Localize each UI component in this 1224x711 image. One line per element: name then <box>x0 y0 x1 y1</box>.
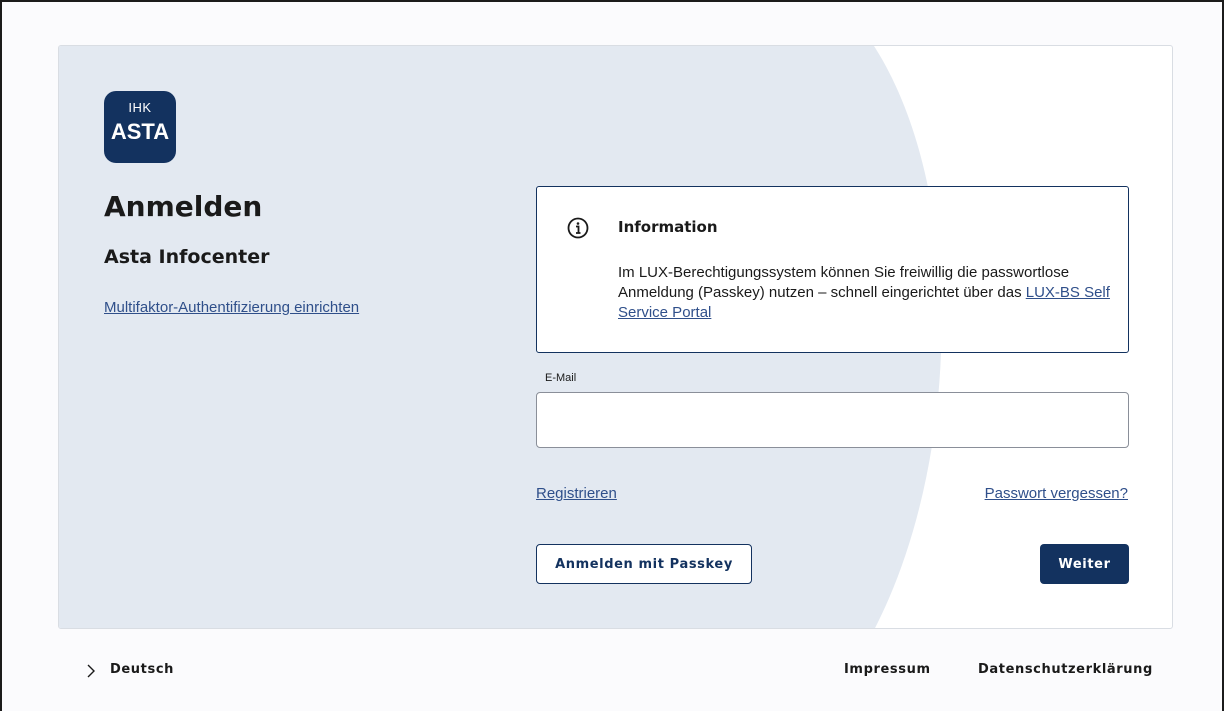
language-label: Deutsch <box>110 662 174 677</box>
info-icon <box>567 217 589 239</box>
page-title: Anmelden <box>104 190 263 223</box>
page-subtitle: Asta Infocenter <box>104 246 270 268</box>
next-button[interactable]: Weiter <box>1040 544 1129 584</box>
register-link[interactable]: Registrieren <box>536 485 617 502</box>
chevron-right-icon <box>87 664 95 678</box>
impressum-link[interactable]: Impressum <box>844 662 931 677</box>
ihk-asta-logo: IHK ASTA <box>104 91 176 163</box>
logo-bottom-text: ASTA <box>110 119 170 144</box>
passkey-login-button[interactable]: Anmelden mit Passkey <box>536 544 752 584</box>
info-text-body: Im LUX-Berechtigungssystem können Sie fr… <box>618 264 1070 301</box>
logo-top-text: IHK <box>128 100 152 115</box>
privacy-policy-link[interactable]: Datenschutzerklärung <box>978 662 1153 677</box>
email-label: E-Mail <box>545 372 577 384</box>
email-input[interactable] <box>536 392 1129 448</box>
footer: Deutsch Impressum Datenschutzerklärung <box>2 652 1224 692</box>
forgot-password-link[interactable]: Passwort vergessen? <box>985 485 1128 502</box>
login-card: IHK ASTA Anmelden Asta Infocenter Multif… <box>58 45 1173 629</box>
info-heading: Information <box>618 218 718 236</box>
information-box: Information Im LUX-Berechtigungssystem k… <box>536 186 1129 353</box>
mfa-setup-link[interactable]: Multifaktor-Authentifizierung einrichten <box>104 299 359 316</box>
browser-frame: IHK ASTA Anmelden Asta Infocenter Multif… <box>0 0 1224 711</box>
info-text: Im LUX-Berechtigungssystem können Sie fr… <box>618 263 1118 323</box>
